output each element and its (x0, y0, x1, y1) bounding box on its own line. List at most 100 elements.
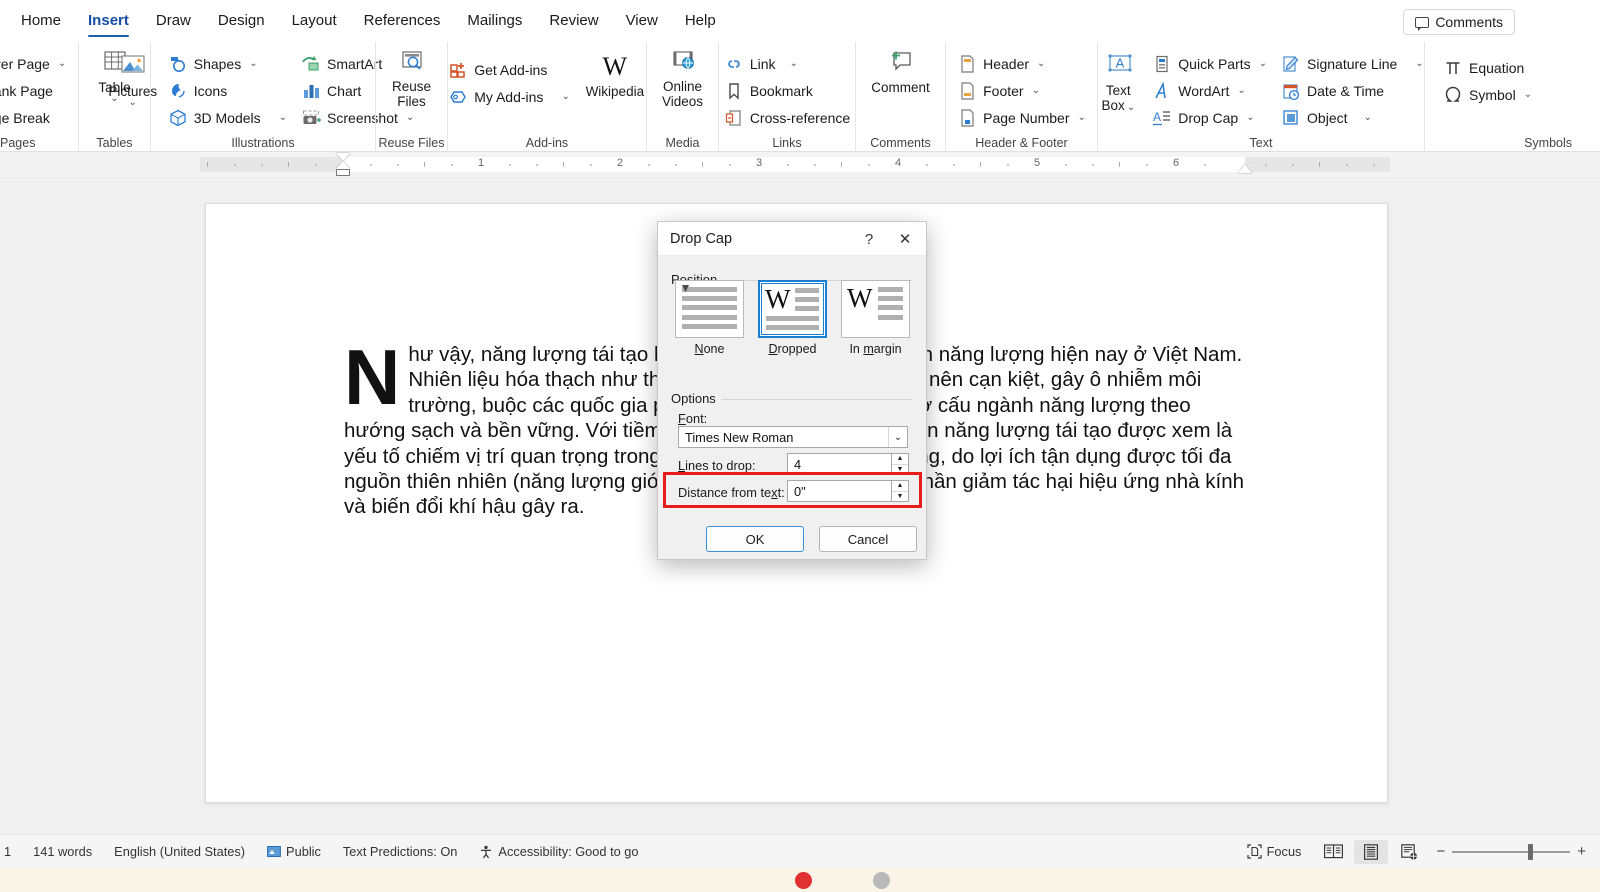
text-box-button[interactable]: A Text Box ⌄ (1092, 50, 1144, 115)
quick-parts-button[interactable]: Quick Parts ⌄ (1146, 50, 1273, 77)
chart-icon (301, 81, 321, 101)
pictures-button[interactable]: Pictures ⌄ (106, 50, 160, 108)
accessibility-status[interactable]: Accessibility: Good to go (468, 844, 649, 859)
taskbar-sliver (0, 868, 1600, 892)
wikipedia-button[interactable]: W Wikipedia (578, 50, 652, 100)
zoom-track[interactable] (1452, 843, 1571, 860)
tab-design[interactable]: Design (205, 6, 278, 36)
page-number-button[interactable]: Page Number ⌄ (951, 104, 1092, 131)
left-indent-marker[interactable] (336, 169, 350, 176)
tab-insert[interactable]: Insert (75, 6, 142, 37)
footer-button[interactable]: Footer ⌄ (951, 77, 1092, 104)
ruler-number-3: 3 (755, 157, 763, 169)
first-line-indent-marker[interactable] (336, 153, 350, 161)
tab-help[interactable]: Help (672, 6, 729, 36)
bookmark-button[interactable]: Bookmark (718, 77, 856, 104)
link-button[interactable]: Link ⌄ (718, 50, 856, 77)
drop-cap-dialog[interactable]: Drop Cap ? ✕ Position None (657, 221, 927, 560)
focus-button[interactable]: Focus (1236, 844, 1313, 859)
zoom-in-button[interactable]: + (1577, 843, 1586, 860)
icons-button[interactable]: Icons (162, 77, 293, 104)
header-button[interactable]: Header ⌄ (951, 50, 1092, 77)
tab-mailings[interactable]: Mailings (454, 6, 535, 36)
horizontal-ruler[interactable]: 1 2 3 4 5 6 (0, 152, 1600, 178)
help-icon[interactable]: ? (858, 228, 880, 250)
hanging-indent-marker[interactable] (336, 161, 350, 169)
wordart-button[interactable]: WordArt ⌄ (1146, 77, 1273, 104)
zoom-thumb[interactable] (1528, 843, 1534, 860)
signature-line-button[interactable]: Signature Line ⌄ (1275, 50, 1430, 77)
spinner-down-icon[interactable]: ▼ (892, 465, 908, 475)
read-mode-button[interactable] (1316, 840, 1350, 864)
word-count-status[interactable]: 141 words (22, 844, 103, 859)
ok-button[interactable]: OK (706, 526, 804, 552)
position-thumb-none[interactable] (675, 280, 744, 338)
taskbar-app-red-icon[interactable] (795, 872, 812, 889)
object-button[interactable]: Object ⌄ (1275, 104, 1430, 131)
status-bar: 1 141 words English (United States) Publ… (0, 834, 1600, 868)
shapes-button[interactable]: Shapes ⌄ (162, 50, 293, 77)
web-layout-button[interactable] (1392, 840, 1426, 864)
zoom-out-button[interactable]: − (1436, 843, 1445, 860)
page-number-status[interactable]: 1 (0, 844, 22, 859)
page-number-icon (957, 108, 977, 128)
right-indent-marker[interactable] (1238, 164, 1252, 173)
reuse-files-button[interactable]: Reuse Files (381, 46, 443, 132)
lines-to-drop-input[interactable]: 4 (787, 453, 892, 475)
tab-references[interactable]: References (351, 6, 454, 36)
lines-to-drop-spinner[interactable]: ▲ ▼ (892, 453, 909, 475)
sensitivity-label: Public (286, 844, 321, 859)
tab-draw[interactable]: Draw (143, 6, 204, 36)
chevron-down-icon: ⌄ (128, 97, 137, 108)
position-caption-dropped: Dropped (758, 342, 827, 356)
symbol-button[interactable]: Symbol ⌄ (1437, 81, 1538, 108)
tab-view[interactable]: View (613, 6, 671, 36)
cancel-button[interactable]: Cancel (819, 526, 917, 552)
distance-label-pre: Distance from te (678, 485, 772, 500)
taskbar-app-grey-icon[interactable] (873, 872, 890, 889)
ribbon-group-symbols-label: Symbols (1524, 136, 1572, 150)
tab-home[interactable]: Home (8, 6, 74, 36)
page-break-button[interactable]: ge Break (0, 104, 72, 131)
comments-button[interactable]: Comments (1403, 9, 1515, 35)
distance-from-text-input[interactable]: 0" (787, 480, 892, 502)
tab-layout[interactable]: Layout (279, 6, 350, 36)
language-status[interactable]: English (United States) (103, 844, 256, 859)
distance-from-text-spinner[interactable]: ▲ ▼ (892, 480, 909, 502)
position-option-none[interactable]: None (675, 280, 744, 356)
my-addins-button[interactable]: My Add-ins ⌄ (442, 83, 576, 110)
cover-page-button[interactable]: ver Page ⌄ (0, 50, 72, 77)
smartart-icon (301, 54, 321, 74)
position-thumb-dropped[interactable]: W (758, 280, 827, 338)
distance-from-text-value: 0" (794, 483, 806, 499)
chevron-down-icon: ⌄ (1031, 85, 1040, 96)
chevron-down-icon[interactable]: ⌄ (888, 427, 907, 447)
close-icon[interactable]: ✕ (890, 228, 920, 250)
comment-bubble-icon (1415, 16, 1430, 31)
svg-text:A: A (1153, 110, 1161, 124)
cross-reference-button[interactable]: Cross-reference (718, 104, 856, 131)
in-margin-caption-rest: argin (873, 342, 902, 356)
font-combobox[interactable]: Times New Roman ⌄ (678, 426, 908, 448)
print-layout-button[interactable] (1354, 839, 1389, 864)
zoom-slider[interactable]: − + (1430, 843, 1592, 860)
blank-page-button[interactable]: ank Page (0, 77, 72, 104)
online-videos-button[interactable]: Online Videos (652, 46, 714, 132)
tab-review[interactable]: Review (536, 6, 611, 36)
drop-cap-button[interactable]: A Drop Cap ⌄ (1146, 104, 1273, 131)
position-option-in-margin[interactable]: W In margin (841, 280, 910, 356)
get-addins-button[interactable]: Get Add-ins (442, 56, 576, 83)
sensitivity-status[interactable]: Public (256, 844, 332, 859)
spinner-down-icon[interactable]: ▼ (892, 492, 908, 502)
3d-models-button[interactable]: 3D Models ⌄ (162, 104, 293, 131)
equation-button[interactable]: Equation (1437, 54, 1538, 81)
my-addins-label: My Add-ins (474, 88, 544, 105)
date-time-button[interactable]: Date & Time (1275, 77, 1430, 104)
spinner-up-icon[interactable]: ▲ (892, 454, 908, 465)
position-option-dropped[interactable]: W Dropped (758, 280, 827, 356)
spinner-up-icon[interactable]: ▲ (892, 481, 908, 492)
text-predictions-status[interactable]: Text Predictions: On (332, 844, 469, 859)
position-thumb-in-margin[interactable]: W (841, 280, 910, 338)
new-comment-button[interactable]: Comment (861, 46, 941, 132)
dialog-title-bar[interactable]: Drop Cap ? ✕ (658, 222, 926, 256)
